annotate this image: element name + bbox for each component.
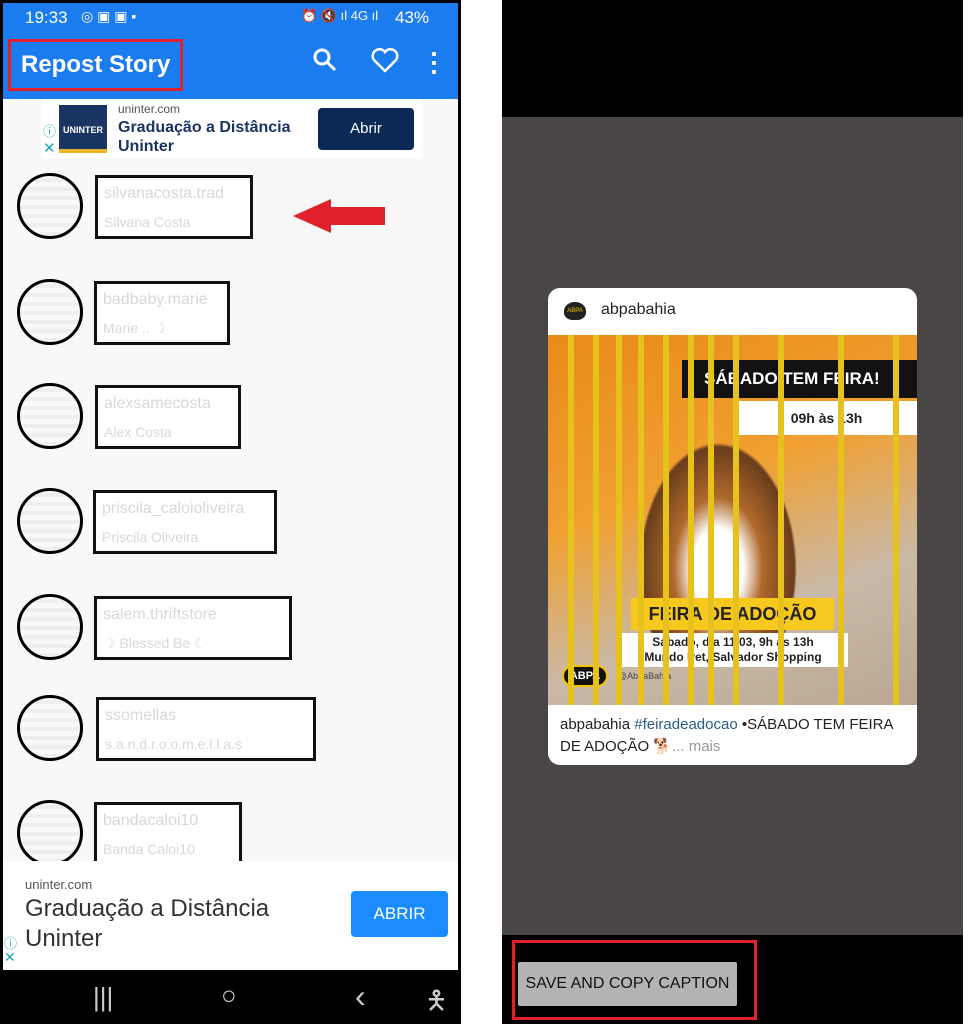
cage-bar [616, 335, 622, 705]
user-list-item[interactable]: salem.thriftstore ☽ Blessed Be ☾ [3, 594, 458, 694]
user-info-box: badbaby.marie Marie .. ☽ [94, 281, 230, 345]
cage-bar [708, 335, 714, 705]
system-nav-bar: ||| ○ ‹ 🯅 [3, 970, 458, 1024]
back-button[interactable]: ‹ [355, 978, 366, 1015]
cage-bar [893, 335, 899, 705]
status-bar: 19:33 ◎ ▣ ▣ ▪ ⏰ 🔇 ıl 4G ıl 43% [3, 3, 458, 33]
ad-info-icon[interactable]: ⓘ [43, 121, 56, 140]
more-vert-icon[interactable]: ⋮ [419, 47, 449, 77]
username: badbaby.marie [103, 291, 208, 308]
ad-close-icon[interactable]: ✕ [4, 949, 16, 966]
ad-headline-line1: Graduação a Distância [25, 895, 270, 922]
repost-preview-screen: ABPA abpabahia SÁBADO TEM FEIRA! 09h às … [502, 0, 963, 1024]
user-avatar [17, 173, 83, 239]
ad-headline-line2: Uninter [25, 925, 103, 952]
user-info-box: salem.thriftstore ☽ Blessed Be ☾ [94, 596, 292, 660]
user-avatar [17, 488, 83, 554]
display-name: Marie .. ☽ [103, 320, 167, 336]
repost-story-screen: 19:33 ◎ ▣ ▣ ▪ ⏰ 🔇 ıl 4G ıl 43% Repost St… [0, 0, 461, 1024]
ad-open-button[interactable]: Abrir [318, 108, 414, 150]
ad-close-icon[interactable]: ✕ [43, 139, 56, 157]
username: salem.thriftstore [103, 606, 217, 623]
cage-bar [568, 335, 574, 705]
account-avatar: ABPA [564, 302, 586, 320]
clock: 19:33 [25, 8, 68, 27]
home-button[interactable]: ○ [221, 980, 237, 1011]
post-image: SÁBADO TEM FEIRA! 09h às 13h FEIRA DE AD… [548, 335, 917, 705]
display-name: Alex Costa [104, 424, 172, 440]
post-card: ABPA abpabahia SÁBADO TEM FEIRA! 09h às … [548, 288, 917, 765]
hours-text: 09h às 13h [736, 401, 917, 435]
post-caption: abpabahia #feiradeadocao •SÁBADO TEM FEI… [560, 714, 910, 758]
username: ssomellas [105, 707, 177, 724]
username: alexsamecosta [104, 395, 211, 412]
user-avatar [17, 695, 83, 761]
ad-banner-bottom[interactable]: uninter.com Graduação a Distância Uninte… [3, 861, 458, 970]
accessibility-icon[interactable]: 🯅 [425, 982, 448, 1024]
user-list-item[interactable]: badbaby.marie Marie .. ☽ [3, 279, 458, 379]
cage-bar [838, 335, 844, 705]
display-name: ☽ Blessed Be ☾ [103, 635, 207, 651]
user-list-item[interactable]: priscila_caloioliveira Priscila Oliveira [3, 488, 458, 588]
caption-user[interactable]: abpabahia [560, 716, 630, 733]
notification-icons: ◎ ▣ ▣ ▪ [81, 8, 137, 24]
save-and-copy-caption-button[interactable]: SAVE AND COPY CAPTION [518, 962, 737, 1006]
cage-bar [593, 335, 599, 705]
user-list-item[interactable]: ssomellas s.a.n.d.r.o.o.m.e.l.l.a.s [3, 695, 458, 795]
ad-domain: uninter.com [25, 877, 93, 892]
user-avatar [17, 383, 83, 449]
display-name: Banda Caloi10 [103, 841, 195, 857]
app-toolbar: Repost Story ⋮ [3, 33, 458, 99]
display-name: Priscila Oliveira [102, 529, 199, 545]
user-info-box: alexsamecosta Alex Costa [95, 385, 241, 449]
caption-hashtag[interactable]: #feiradeadocao [634, 716, 737, 733]
user-avatar [17, 279, 83, 345]
recent-apps-button[interactable]: ||| [93, 982, 113, 1013]
signal-icons: ⏰ 🔇 ıl 4G ıl [301, 8, 379, 23]
user-avatar [17, 800, 83, 866]
user-info-box: silvanacosta.trad Silvana Costa [95, 175, 253, 239]
ad-domain: uninter.com [118, 102, 181, 116]
cage-bar [733, 335, 739, 705]
display-name: Silvana Costa [104, 214, 191, 230]
cage-bar [663, 335, 669, 705]
username: silvanacosta.trad [104, 185, 225, 202]
ad-headline: Graduação a Distância Uninter [118, 119, 291, 155]
uninter-logo: UNINTER [59, 105, 107, 153]
user-info-box: ssomellas s.a.n.d.r.o.o.m.e.l.l.a.s [96, 697, 316, 761]
cage-bar [638, 335, 644, 705]
cage-bar [688, 335, 694, 705]
account-name[interactable]: abpabahia [601, 301, 676, 319]
banner-text: SÁBADO TEM FEIRA! [682, 360, 917, 398]
user-avatar [17, 594, 83, 660]
user-list-item[interactable]: alexsamecosta Alex Costa [3, 383, 458, 483]
ad-open-button[interactable]: ABRIR [351, 891, 448, 937]
user-info-box: bandacaloi10 Banda Caloi10 [94, 802, 242, 866]
username: priscila_caloioliveira [102, 500, 245, 517]
display-name: s.a.n.d.r.o.o.m.e.l.l.a.s [105, 736, 242, 752]
user-list-item[interactable]: silvanacosta.trad Silvana Costa [3, 173, 458, 273]
user-info-box: priscila_caloioliveira Priscila Oliveira [93, 490, 277, 554]
battery-level: 43% [395, 8, 430, 27]
search-icon[interactable] [310, 47, 340, 77]
heart-icon[interactable] [370, 47, 400, 77]
caption-more-link[interactable]: ... mais [672, 738, 720, 755]
username: bandacaloi10 [103, 812, 199, 829]
ad-banner-top[interactable]: ⓘ ✕ UNINTER uninter.com Graduação a Dist… [41, 99, 423, 159]
app-title: Repost Story [8, 39, 184, 91]
cage-bar [778, 335, 784, 705]
